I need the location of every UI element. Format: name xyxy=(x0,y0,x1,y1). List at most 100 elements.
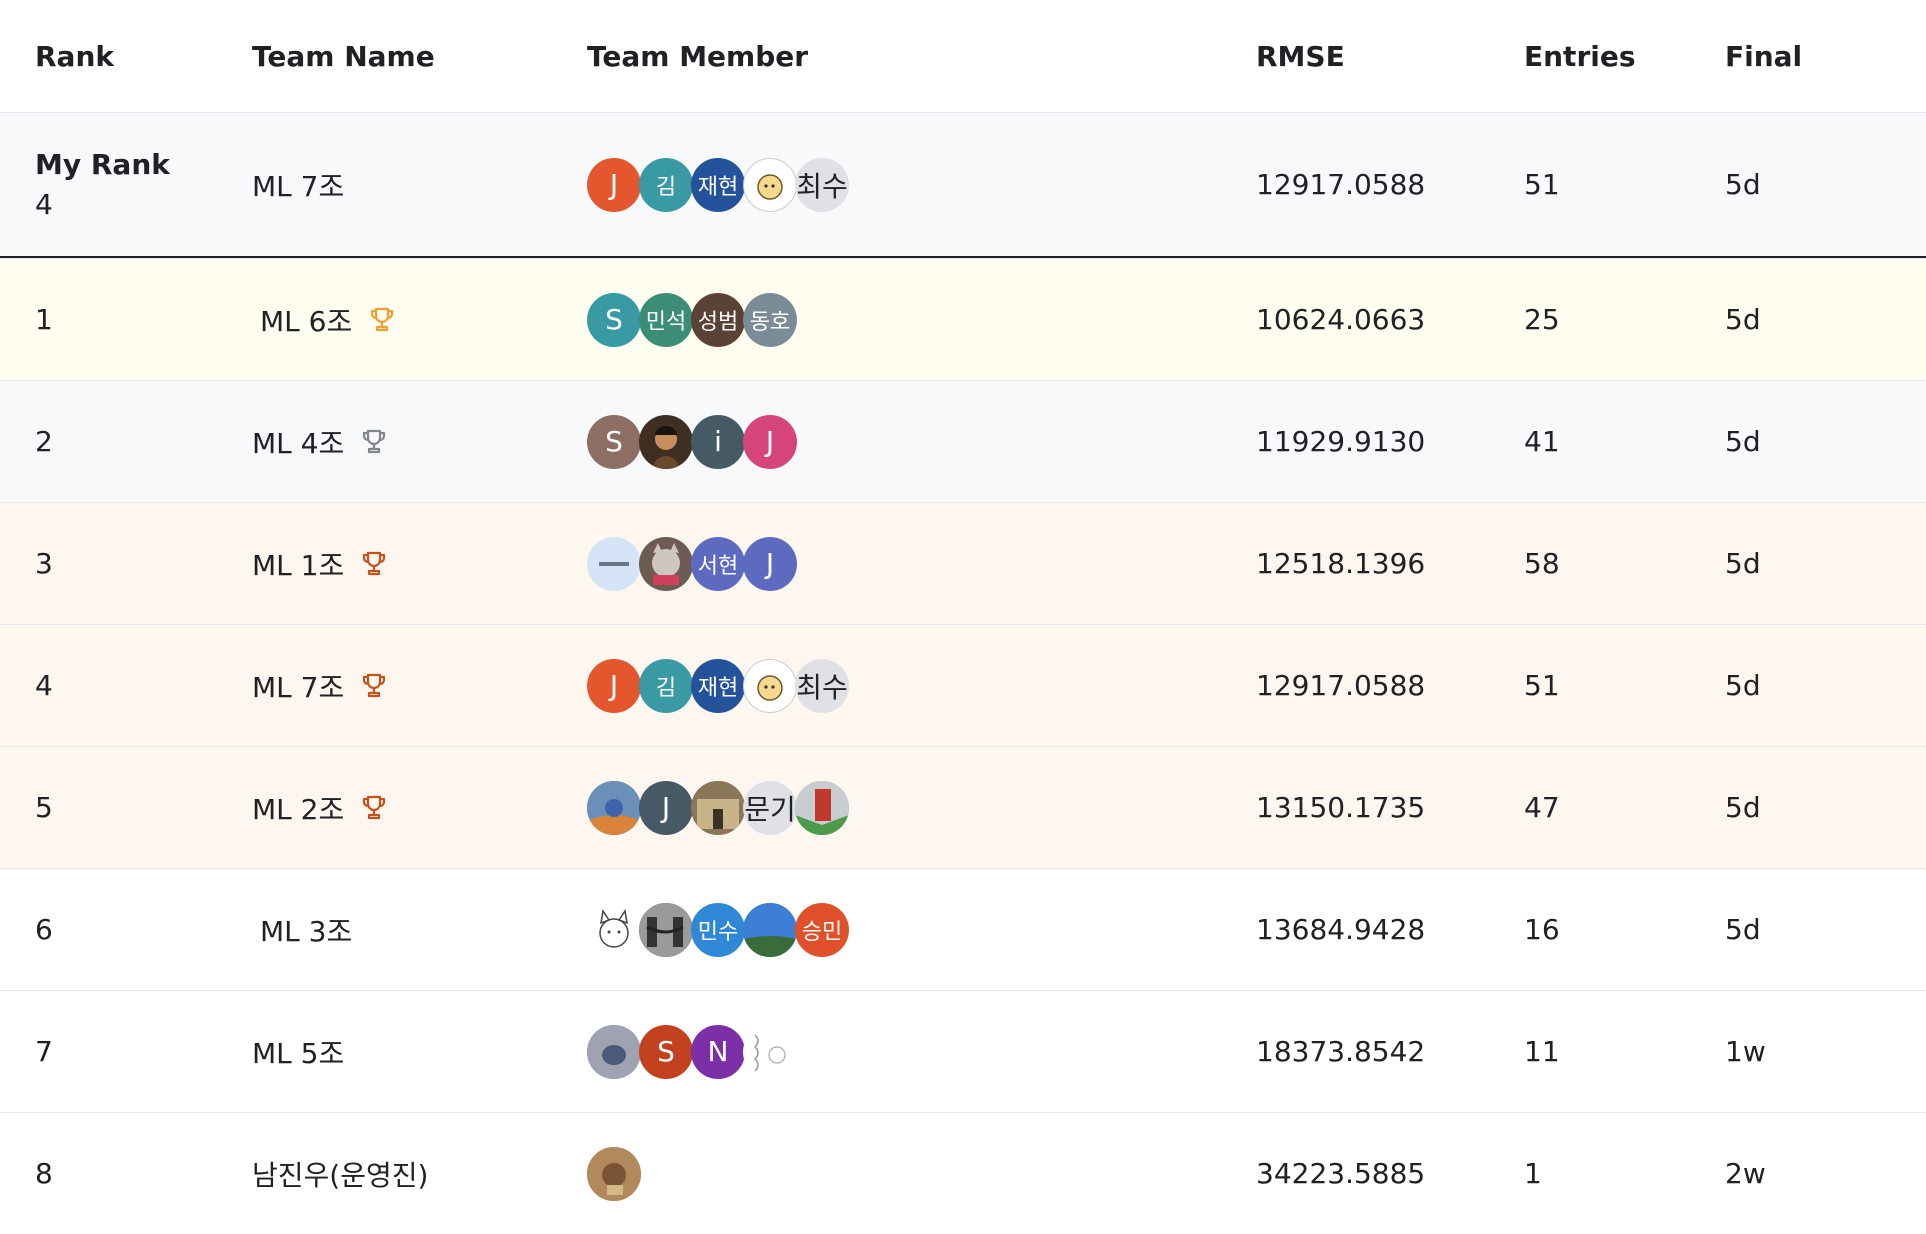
avatar[interactable]: J xyxy=(743,414,797,469)
score: 10624.0663 xyxy=(1256,303,1426,336)
team-name[interactable]: ML 4조 xyxy=(252,422,344,462)
avatar[interactable]: 최수 xyxy=(795,658,849,713)
my-rank-row[interactable]: My Rank 4 ML 7조 J 김 재현 최수 12917.0588 51 … xyxy=(0,112,1926,258)
avatar[interactable]: J xyxy=(587,157,641,212)
team-name[interactable]: ML 3조 xyxy=(260,869,352,990)
avatar[interactable]: 김 xyxy=(639,157,693,212)
table-row[interactable]: 2 ML 4조 S i J 11929.9130 41 5d xyxy=(0,380,1926,502)
avatar-image[interactable] xyxy=(587,902,641,957)
header-team-name[interactable]: Team Name xyxy=(252,0,435,112)
header-entries[interactable]: Entries xyxy=(1524,0,1636,112)
final: 5d xyxy=(1725,669,1761,702)
avatar[interactable]: J xyxy=(639,780,693,835)
entries: 1 xyxy=(1524,1157,1542,1190)
score: 13684.9428 xyxy=(1256,913,1426,946)
team-name[interactable]: ML 1조 xyxy=(252,544,344,584)
avatar[interactable]: 민수 xyxy=(691,902,745,957)
score: 13150.1735 xyxy=(1256,791,1426,824)
avatar[interactable]: S xyxy=(639,1024,693,1079)
team-name[interactable]: ML 7조 xyxy=(252,113,344,256)
table-row[interactable]: 6 ML 3조 민수 승민 13684.9428 16 5d xyxy=(0,868,1926,990)
avatar[interactable]: N xyxy=(691,1024,745,1079)
team-members: J 문기 xyxy=(587,747,849,868)
avatar[interactable]: S xyxy=(587,414,641,469)
avatar-image[interactable] xyxy=(587,780,641,835)
entries: 58 xyxy=(1524,547,1560,580)
team-name-cell: ML 7조 xyxy=(252,625,386,746)
final: 1w xyxy=(1725,1035,1766,1068)
team-name[interactable]: ML 5조 xyxy=(252,991,344,1112)
avatar[interactable]: 동호 xyxy=(743,292,797,347)
final: 2w xyxy=(1725,1157,1766,1190)
final: 5d xyxy=(1725,547,1761,580)
team-members: 서현 J xyxy=(587,503,797,624)
avatar[interactable]: 재현 xyxy=(691,157,745,212)
team-members: S 민석 성범 동호 xyxy=(587,259,797,380)
team-members: J 김 재현 최수 xyxy=(587,113,849,256)
rank: 2 xyxy=(35,425,53,458)
bronze-trophy-icon xyxy=(362,551,386,577)
entries: 41 xyxy=(1524,425,1560,458)
table-row[interactable]: 3 ML 1조 서현 J 12518.1396 58 5d xyxy=(0,502,1926,624)
team-members: S i J xyxy=(587,381,797,502)
team-name[interactable]: ML 6조 xyxy=(260,300,352,340)
avatar[interactable]: J xyxy=(743,536,797,591)
team-name[interactable]: ML 2조 xyxy=(252,788,344,828)
avatar[interactable]: 민석 xyxy=(639,292,693,347)
avatar-image[interactable] xyxy=(743,157,797,212)
avatar-image[interactable] xyxy=(587,1024,641,1079)
header-team-member[interactable]: Team Member xyxy=(587,0,808,112)
table-row[interactable]: 7 ML 5조 S N 18373.8542 11 1w xyxy=(0,990,1926,1112)
avatar-image[interactable] xyxy=(743,1024,797,1079)
entries: 51 xyxy=(1524,669,1560,702)
team-name[interactable]: 남진우(운영진) xyxy=(252,1113,428,1234)
avatar-image[interactable] xyxy=(587,536,641,591)
avatar[interactable]: 김 xyxy=(639,658,693,713)
rank: 1 xyxy=(35,303,53,336)
avatar-image[interactable] xyxy=(639,536,693,591)
gold-trophy-icon xyxy=(370,307,394,333)
final: 5d xyxy=(1725,168,1761,201)
avatar[interactable]: S xyxy=(587,292,641,347)
rank: 6 xyxy=(35,913,53,946)
avatar[interactable]: 서현 xyxy=(691,536,745,591)
avatar-image[interactable] xyxy=(743,658,797,713)
final: 5d xyxy=(1725,791,1761,824)
header-rank[interactable]: Rank xyxy=(35,0,114,112)
table-row[interactable]: 4 ML 7조 J 김 재현 최수 12917.0588 51 5d xyxy=(0,624,1926,746)
entries: 51 xyxy=(1524,168,1560,201)
rank: 3 xyxy=(35,547,53,580)
silver-trophy-icon xyxy=(362,429,386,455)
team-name-cell: ML 1조 xyxy=(252,503,386,624)
table-header: Rank Team Name Team Member RMSE Entries … xyxy=(0,0,1926,112)
avatar-image[interactable] xyxy=(743,902,797,957)
avatar[interactable]: 문기 xyxy=(743,780,797,835)
table-row[interactable]: 1 ML 6조 S 민석 성범 동호 10624.0663 25 5d xyxy=(0,258,1926,380)
score: 18373.8542 xyxy=(1256,1035,1426,1068)
leaderboard: Rank Team Name Team Member RMSE Entries … xyxy=(0,0,1926,1234)
avatar[interactable]: 재현 xyxy=(691,658,745,713)
avatar[interactable]: i xyxy=(691,414,745,469)
avatar[interactable]: J xyxy=(587,658,641,713)
entries: 47 xyxy=(1524,791,1560,824)
avatar[interactable]: 승민 xyxy=(795,902,849,957)
table-row[interactable]: 5 ML 2조 J 문기 13150.1735 47 5d xyxy=(0,746,1926,868)
score: 11929.9130 xyxy=(1256,425,1426,458)
avatar[interactable]: 최수 xyxy=(795,157,849,212)
avatar-image[interactable] xyxy=(639,902,693,957)
entries: 16 xyxy=(1524,913,1560,946)
avatar-image[interactable] xyxy=(795,780,849,835)
header-final[interactable]: Final xyxy=(1725,0,1802,112)
team-name-cell: ML 4조 xyxy=(252,381,386,502)
avatar[interactable]: 성범 xyxy=(691,292,745,347)
avatar-image[interactable] xyxy=(639,414,693,469)
entries: 25 xyxy=(1524,303,1560,336)
table-row[interactable]: 8 남진우(운영진) 34223.5885 1 2w xyxy=(0,1112,1926,1234)
avatar-image[interactable] xyxy=(587,1146,641,1201)
team-members: 민수 승민 xyxy=(587,869,849,990)
team-name[interactable]: ML 7조 xyxy=(252,666,344,706)
rank: 8 xyxy=(35,1157,53,1190)
score: 12917.0588 xyxy=(1256,669,1426,702)
header-rmse[interactable]: RMSE xyxy=(1256,0,1345,112)
avatar-image[interactable] xyxy=(691,780,745,835)
